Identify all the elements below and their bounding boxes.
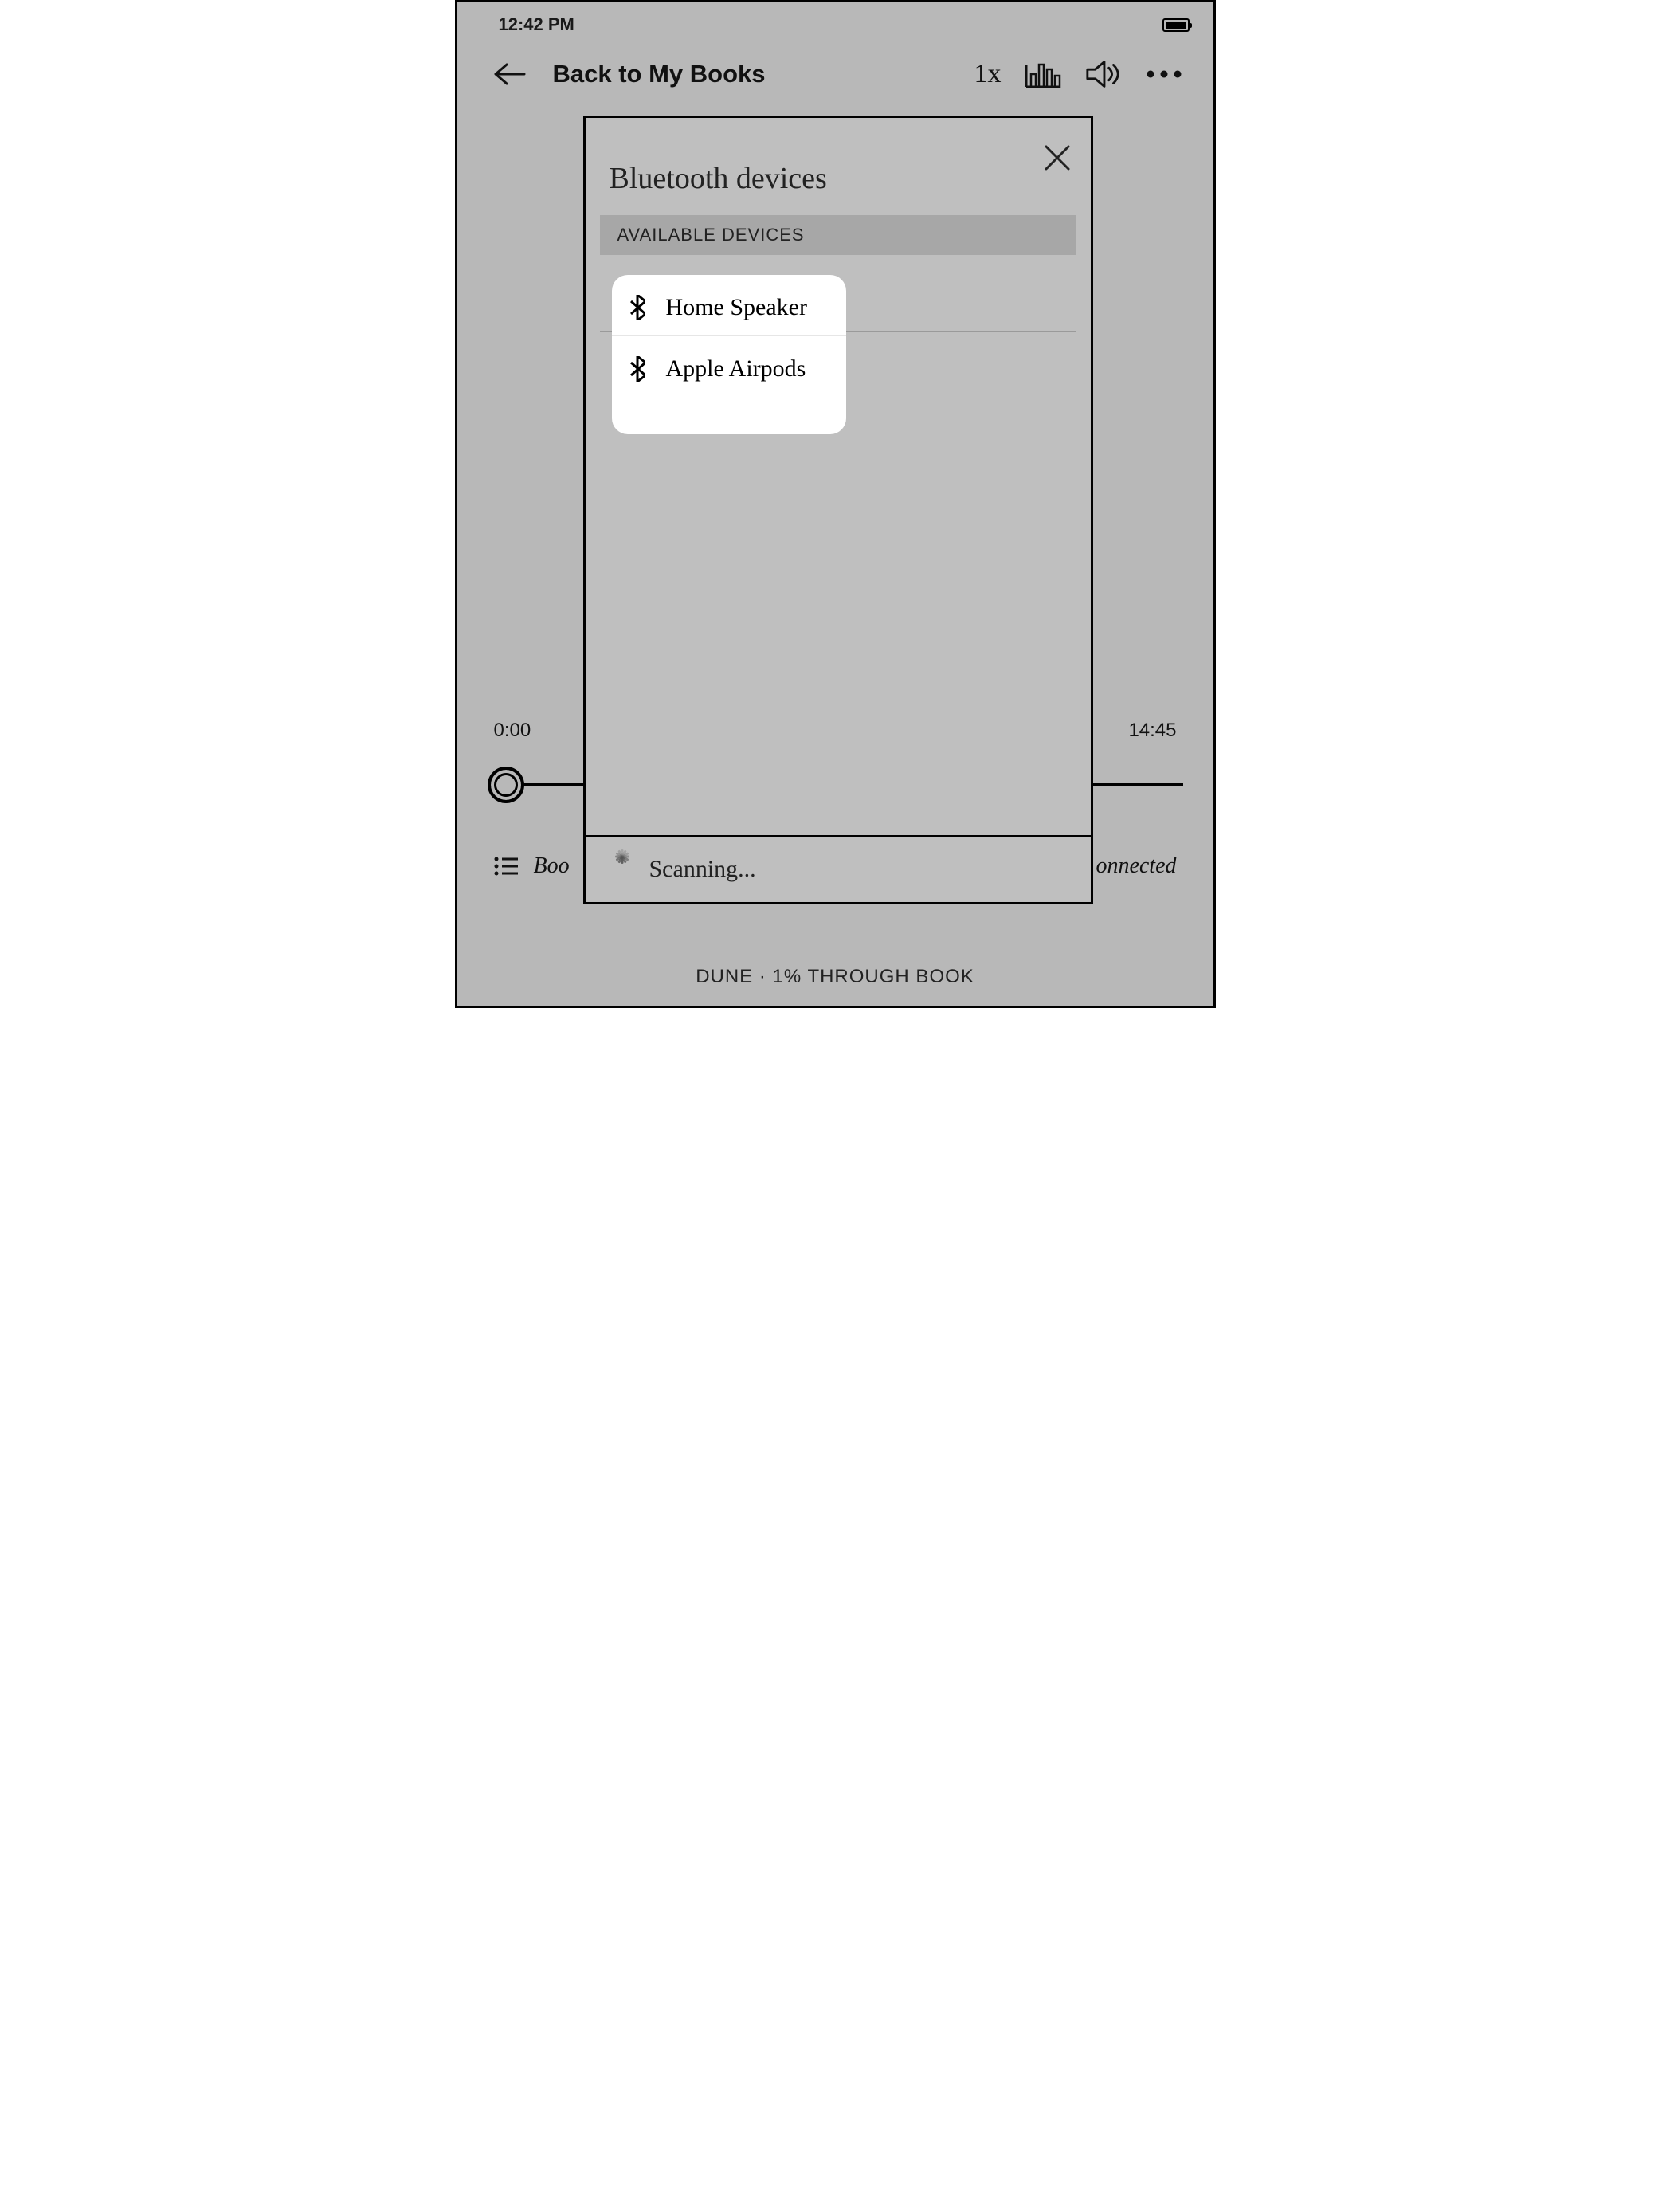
scanning-label: Scanning...: [649, 856, 756, 883]
device-list: Home Speaker Apple Airpods: [600, 269, 1076, 394]
app-frame: 12:42 PM Back to My Books 1x: [455, 0, 1216, 1008]
bottom-left-info[interactable]: Boo: [494, 853, 570, 879]
spinner-icon: [610, 857, 635, 882]
back-label[interactable]: Back to My Books: [553, 60, 766, 88]
slider-knob[interactable]: [488, 767, 524, 803]
device-name: Home Speaker: [654, 287, 795, 314]
close-icon[interactable]: [1040, 140, 1075, 175]
top-toolbar: Back to My Books 1x: [457, 41, 1213, 100]
list-icon: [494, 856, 518, 877]
equalizer-icon[interactable]: [1024, 58, 1062, 90]
playback-speed-button[interactable]: 1x: [974, 59, 1002, 89]
device-item[interactable]: Apple Airpods: [600, 332, 1076, 394]
bottom-right-text: onnected: [1096, 853, 1176, 878]
bluetooth-icon: [617, 351, 633, 376]
modal-footer: Scanning...: [586, 835, 1091, 902]
clock: 12:42 PM: [499, 14, 574, 35]
bottom-left-text: Boo: [534, 853, 570, 879]
device-name: Apple Airpods: [654, 350, 794, 377]
battery-icon: [1162, 18, 1190, 32]
bluetooth-modal: Bluetooth devices AVAILABLE DEVICES Home…: [583, 116, 1093, 904]
remaining-time: 14:45: [1128, 720, 1176, 742]
status-bar: 12:42 PM: [457, 2, 1213, 41]
device-item[interactable]: Home Speaker: [600, 269, 1076, 331]
modal-title: Bluetooth devices: [610, 161, 1067, 196]
back-arrow-icon[interactable]: [494, 63, 526, 85]
more-icon[interactable]: [1145, 58, 1183, 90]
bottom-right-info: onnected: [1096, 853, 1176, 879]
elapsed-time: 0:00: [494, 720, 531, 742]
volume-icon[interactable]: [1084, 58, 1123, 90]
bluetooth-icon: [617, 288, 633, 313]
available-devices-header: AVAILABLE DEVICES: [600, 215, 1076, 255]
book-progress-text: DUNE · 1% THROUGH BOOK: [457, 966, 1213, 988]
